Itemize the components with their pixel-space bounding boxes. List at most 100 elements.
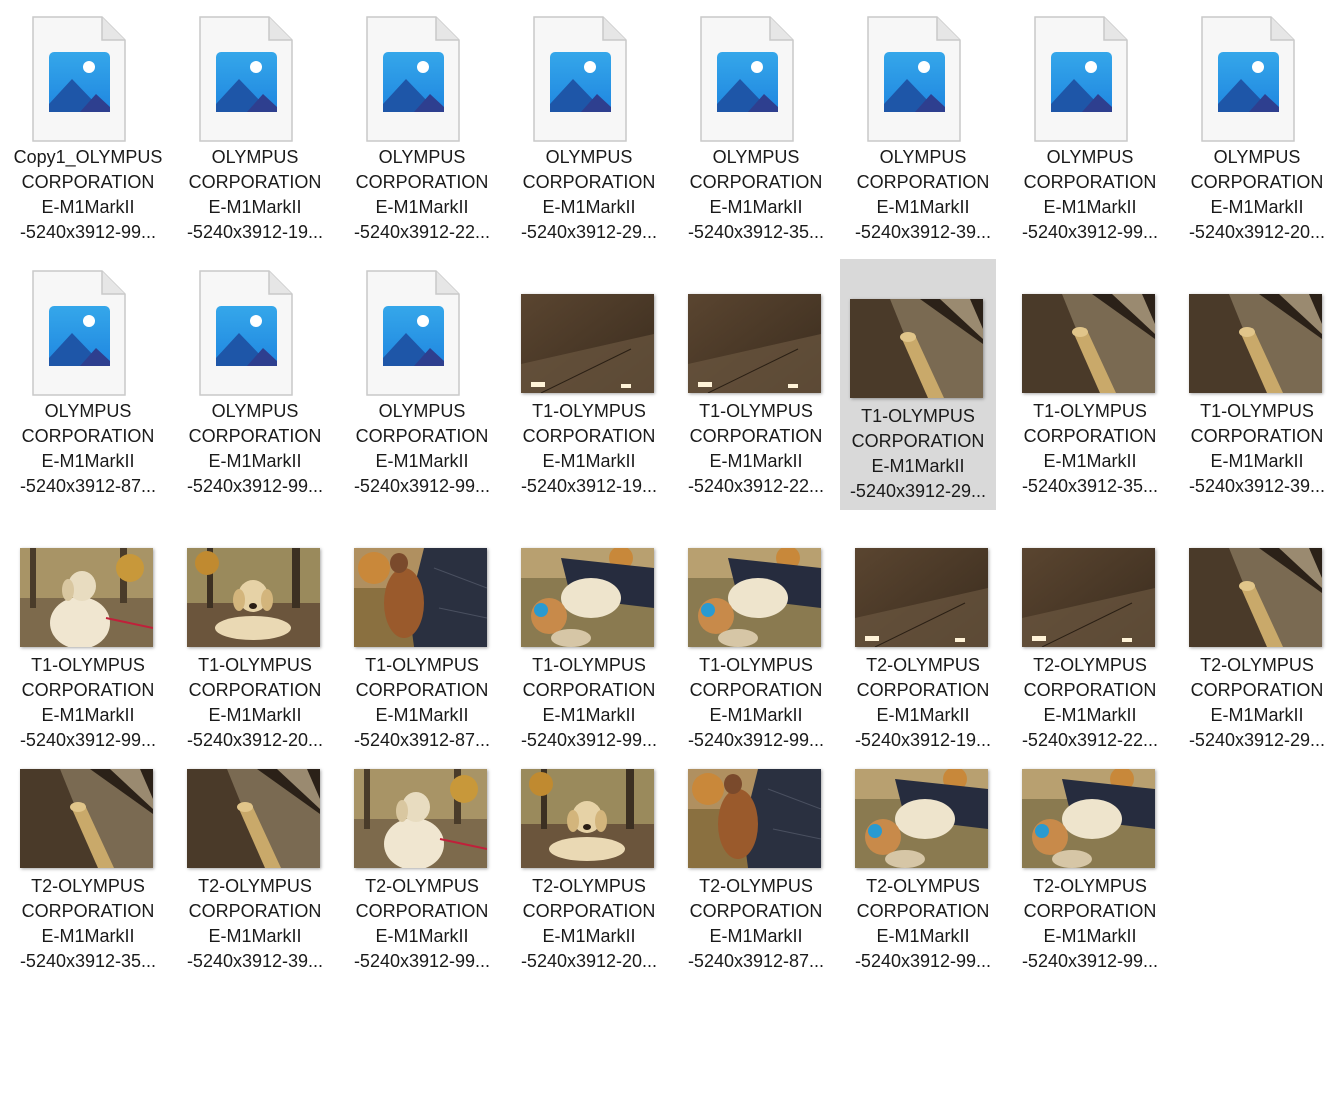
file-name-label: T2-OLYMPUS CORPORATION E-M1MarkII -5240x391… (344, 874, 500, 974)
file-item[interactable]: OLYMPUS CORPORATION E-M1MarkII -5240x3912-9… (1012, 0, 1168, 250)
file-thumbnail (678, 254, 834, 399)
file-item[interactable]: OLYMPUS CORPORATION E-M1MarkII -5240x3912-8… (10, 254, 166, 505)
file-item[interactable]: T2-OLYMPUS CORPORATION E-M1MarkII -5240x391… (845, 729, 1001, 979)
file-name-line: OLYMPUS (44, 401, 132, 421)
file-name-line: CORPORATION (522, 901, 656, 921)
file-name-label: T2-OLYMPUS CORPORATION E-M1MarkII -5240x391… (177, 874, 333, 974)
file-item[interactable]: T2-OLYMPUS CORPORATION E-M1MarkII -5240x391… (344, 729, 500, 979)
image-file-icon (32, 16, 126, 142)
file-name-line: -5240x3912-39... (1188, 476, 1326, 496)
file-item[interactable]: T1-OLYMPUS CORPORATION E-M1MarkII -5240x391… (1179, 254, 1334, 505)
file-name-label: T2-OLYMPUS CORPORATION E-M1MarkII -5240x391… (845, 874, 1001, 974)
file-name-line: CORPORATION (856, 172, 990, 192)
file-name-line: -5240x3912-99... (1021, 951, 1159, 971)
file-name-line: -5240x3912-35... (1021, 476, 1159, 496)
file-thumbnail (344, 0, 500, 145)
file-name-line: T2-OLYMPUS (198, 876, 312, 896)
file-name-line: T2-OLYMPUS (1200, 655, 1314, 675)
file-name-label: OLYMPUS CORPORATION E-M1MarkII -5240x3912-9… (1012, 145, 1168, 245)
file-name-line: E-M1MarkII (208, 705, 302, 725)
file-name-line: E-M1MarkII (208, 451, 302, 471)
file-name-line: CORPORATION (355, 901, 489, 921)
file-thumbnail (10, 729, 166, 874)
file-name-line: T1-OLYMPUS (699, 655, 813, 675)
file-item[interactable]: OLYMPUS CORPORATION E-M1MarkII -5240x3912-9… (177, 254, 333, 505)
file-name-line: CORPORATION (188, 680, 322, 700)
file-item[interactable]: T2-OLYMPUS CORPORATION E-M1MarkII -5240x391… (511, 729, 667, 979)
file-name-line: E-M1MarkII (709, 197, 803, 217)
file-name-label: OLYMPUS CORPORATION E-M1MarkII -5240x3912-2… (511, 145, 667, 245)
file-name-line: E-M1MarkII (41, 705, 135, 725)
file-name-line: OLYMPUS (545, 147, 633, 167)
file-item[interactable]: OLYMPUS CORPORATION E-M1MarkII -5240x3912-2… (511, 0, 667, 250)
file-name-line: CORPORATION (522, 680, 656, 700)
file-item[interactable]: T2-OLYMPUS CORPORATION E-M1MarkII -5240x391… (177, 729, 333, 979)
file-item[interactable]: Copy1_OLYMPUS CORPORATION E-M1MarkII -5240x… (10, 0, 166, 250)
file-item[interactable]: T2-OLYMPUS CORPORATION E-M1MarkII -5240x391… (1012, 729, 1168, 979)
file-name-line: T1-OLYMPUS (699, 401, 813, 421)
file-item[interactable]: T1-OLYMPUS CORPORATION E-M1MarkII -5240x391… (10, 508, 166, 758)
file-name-line: T2-OLYMPUS (1033, 876, 1147, 896)
file-name-line: CORPORATION (689, 172, 823, 192)
file-thumbnail (344, 508, 500, 653)
file-item[interactable]: OLYMPUS CORPORATION E-M1MarkII -5240x3912-9… (344, 254, 500, 505)
file-item[interactable]: T2-OLYMPUS CORPORATION E-M1MarkII -5240x391… (10, 729, 166, 979)
file-thumbnail (845, 0, 1001, 145)
file-item[interactable]: T2-OLYMPUS CORPORATION E-M1MarkII -5240x391… (845, 508, 1001, 758)
file-name-label: OLYMPUS CORPORATION E-M1MarkII -5240x3912-2… (1179, 145, 1334, 245)
file-item[interactable]: T2-OLYMPUS CORPORATION E-M1MarkII -5240x391… (678, 729, 834, 979)
file-name-line: T1-OLYMPUS (365, 655, 479, 675)
file-name-line: E-M1MarkII (41, 451, 135, 471)
file-item[interactable]: OLYMPUS CORPORATION E-M1MarkII -5240x3912-3… (845, 0, 1001, 250)
file-thumbnail (177, 254, 333, 399)
file-item[interactable]: T1-OLYMPUS CORPORATION E-M1MarkII -5240x391… (344, 508, 500, 758)
photo-thumbnail (521, 294, 654, 393)
file-item[interactable]: T1-OLYMPUS CORPORATION E-M1MarkII -5240x391… (511, 254, 667, 505)
file-name-line: T2-OLYMPUS (31, 876, 145, 896)
file-name-line: -5240x3912-19... (520, 476, 658, 496)
file-name-line: OLYMPUS (1046, 147, 1134, 167)
photo-thumbnail (688, 294, 821, 393)
file-item[interactable]: T2-OLYMPUS CORPORATION E-M1MarkII -5240x391… (1179, 508, 1334, 758)
file-name-line: -5240x3912-87... (19, 476, 157, 496)
file-name-line: -5240x3912-99... (1021, 222, 1159, 242)
file-name-line: CORPORATION (689, 901, 823, 921)
file-item[interactable]: OLYMPUS CORPORATION E-M1MarkII -5240x3912-3… (678, 0, 834, 250)
file-name-label: T1-OLYMPUS CORPORATION E-M1MarkII -5240x391… (511, 399, 667, 499)
photo-thumbnail (187, 769, 320, 868)
photo-thumbnail (354, 548, 487, 647)
file-item[interactable]: OLYMPUS CORPORATION E-M1MarkII -5240x3912-2… (344, 0, 500, 250)
photo-thumbnail (521, 769, 654, 868)
file-name-line: CORPORATION (355, 680, 489, 700)
file-name-label: OLYMPUS CORPORATION E-M1MarkII -5240x3912-3… (678, 145, 834, 245)
file-item[interactable]: OLYMPUS CORPORATION E-M1MarkII -5240x3912-1… (177, 0, 333, 250)
file-name-line: -5240x3912-19... (186, 222, 324, 242)
file-name-line: -5240x3912-99... (19, 222, 157, 242)
file-name-line: CORPORATION (21, 426, 155, 446)
file-item[interactable]: T1-OLYMPUS CORPORATION E-M1MarkII -5240x391… (177, 508, 333, 758)
file-name-line: E-M1MarkII (876, 705, 970, 725)
file-thumbnail (1012, 508, 1168, 653)
photo-thumbnail (1022, 769, 1155, 868)
file-name-line: OLYMPUS (378, 401, 466, 421)
file-item[interactable]: T1-OLYMPUS CORPORATION E-M1MarkII -5240x391… (840, 259, 996, 510)
file-item[interactable]: T1-OLYMPUS CORPORATION E-M1MarkII -5240x391… (511, 508, 667, 758)
file-thumbnail (1179, 254, 1334, 399)
file-name-label: OLYMPUS CORPORATION E-M1MarkII -5240x3912-3… (845, 145, 1001, 245)
file-thumbnail (1012, 254, 1168, 399)
file-name-line: T2-OLYMPUS (532, 876, 646, 896)
file-name-line: E-M1MarkII (208, 197, 302, 217)
file-item[interactable]: T1-OLYMPUS CORPORATION E-M1MarkII -5240x391… (678, 254, 834, 505)
file-item[interactable]: T2-OLYMPUS CORPORATION E-M1MarkII -5240x391… (1012, 508, 1168, 758)
file-name-line: CORPORATION (21, 172, 155, 192)
file-item[interactable]: T1-OLYMPUS CORPORATION E-M1MarkII -5240x391… (1012, 254, 1168, 505)
image-file-icon (700, 16, 794, 142)
file-thumbnail (1012, 0, 1168, 145)
file-item[interactable]: OLYMPUS CORPORATION E-M1MarkII -5240x3912-2… (1179, 0, 1334, 250)
file-thumbnail (511, 254, 667, 399)
file-name-line: -5240x3912-39... (186, 951, 324, 971)
file-name-line: OLYMPUS (211, 147, 299, 167)
photo-thumbnail (20, 769, 153, 868)
file-item[interactable]: T1-OLYMPUS CORPORATION E-M1MarkII -5240x391… (678, 508, 834, 758)
file-name-line: -5240x3912-87... (687, 951, 825, 971)
